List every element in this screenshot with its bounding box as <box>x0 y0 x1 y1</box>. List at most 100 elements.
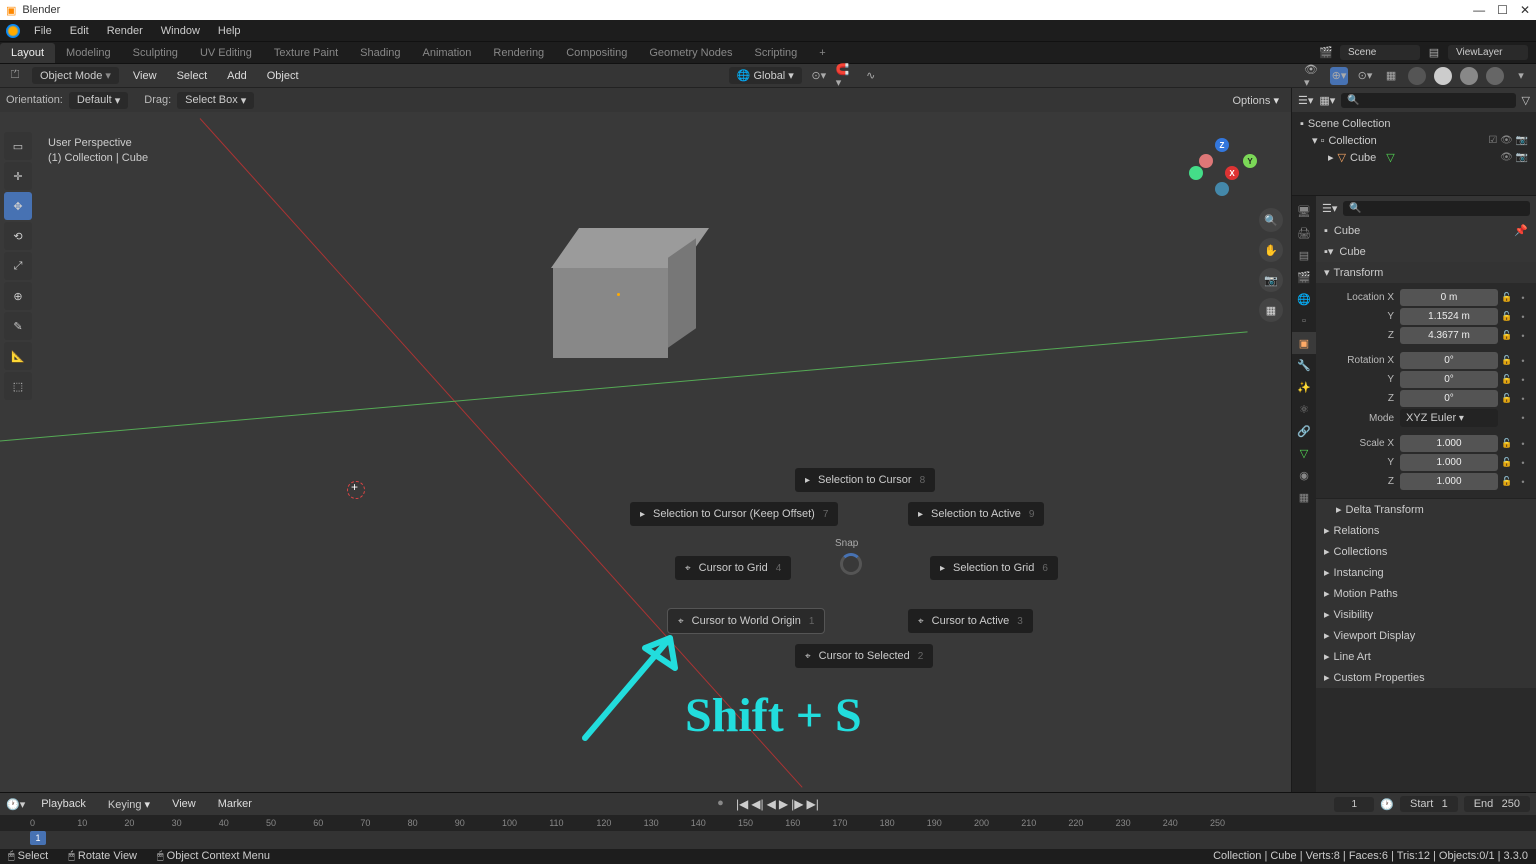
outliner-mode-icon[interactable]: ▦▾ <box>1319 94 1335 107</box>
menu-help[interactable]: Help <box>210 22 249 40</box>
props-type-icon[interactable]: ☰▾ <box>1322 202 1337 215</box>
tab-constraints[interactable]: 🔗 <box>1292 420 1316 442</box>
shade-rendered[interactable] <box>1486 67 1504 85</box>
jump-end-button[interactable]: ▶| <box>806 797 818 811</box>
tl-keying[interactable]: Keying ▾ <box>102 796 156 813</box>
gizmo-toggle-icon[interactable]: ⊕▾ <box>1330 67 1348 85</box>
tab-layout[interactable]: Layout <box>0 43 55 63</box>
scene-field[interactable]: Scene <box>1340 45 1420 60</box>
minimize-button[interactable]: — <box>1473 3 1485 17</box>
xray-icon[interactable]: ▦ <box>1382 67 1400 85</box>
shading-dropdown-icon[interactable]: ▾ <box>1512 67 1530 85</box>
menu-object[interactable]: Object <box>261 68 305 84</box>
maximize-button[interactable]: ☐ <box>1497 3 1508 17</box>
tab-uvediting[interactable]: UV Editing <box>189 43 263 63</box>
props-datablock[interactable]: ▪▾ Cube <box>1316 241 1536 262</box>
tab-object[interactable]: ▣ <box>1292 332 1316 354</box>
playhead[interactable]: 1 <box>30 831 46 845</box>
play-button[interactable]: ▶ <box>779 797 788 811</box>
tool-cursor[interactable]: ✛ <box>4 162 32 190</box>
viewport-3d[interactable]: Orientation: Default ▾ Drag: Select Box … <box>0 88 1291 792</box>
snap-icon[interactable]: 🧲▾ <box>836 67 854 85</box>
pie-cursor-to-active[interactable]: ⌖Cursor to Active3 <box>908 609 1033 633</box>
props-search[interactable]: 🔍 <box>1343 201 1530 216</box>
tab-material[interactable]: ◉ <box>1292 464 1316 486</box>
tool-addcube[interactable]: ⬚ <box>4 372 32 400</box>
shade-solid[interactable] <box>1434 67 1452 85</box>
tab-particles[interactable]: ✨ <box>1292 376 1316 398</box>
tool-move[interactable]: ✥ <box>4 192 32 220</box>
field-sx[interactable]: 1.000 <box>1400 435 1498 452</box>
gizmo-z[interactable]: Z <box>1215 138 1229 152</box>
tl-view[interactable]: View <box>166 796 202 812</box>
tab-modeling[interactable]: Modeling <box>55 43 122 63</box>
field-rotx[interactable]: 0° <box>1400 352 1498 369</box>
current-frame[interactable]: 1 <box>1334 797 1374 812</box>
pie-cursor-to-world-origin[interactable]: ⌖Cursor to World Origin1 <box>668 609 824 633</box>
tool-rotate[interactable]: ⟲ <box>4 222 32 250</box>
tl-marker[interactable]: Marker <box>212 796 258 812</box>
tab-render[interactable]: 🖥 <box>1292 200 1316 222</box>
tool-scale[interactable]: ⤢ <box>4 252 32 280</box>
tool-measure[interactable]: 📐 <box>4 342 32 370</box>
tab-scripting[interactable]: Scripting <box>743 43 808 63</box>
menu-add[interactable]: Add <box>221 68 253 84</box>
timeline-ruler[interactable]: 0102030405060708090100110120130140150160… <box>0 815 1536 831</box>
tab-output[interactable]: 🖨 <box>1292 222 1316 244</box>
panel-relations[interactable]: ▸ Relations <box>1316 520 1536 541</box>
tab-compositing[interactable]: Compositing <box>555 43 638 63</box>
perspective-button[interactable]: ▦ <box>1259 298 1283 322</box>
panel-custom-properties[interactable]: ▸ Custom Properties <box>1316 667 1536 688</box>
proportional-icon[interactable]: ∿ <box>862 67 880 85</box>
panel-transform-header[interactable]: ▾ Transform <box>1316 262 1536 283</box>
panel-instancing[interactable]: ▸ Instancing <box>1316 562 1536 583</box>
zoom-button[interactable]: 🔍 <box>1259 208 1283 232</box>
gizmo-neg-y[interactable] <box>1189 166 1203 180</box>
overlay-icon[interactable]: ⊙▾ <box>1356 67 1374 85</box>
field-sy[interactable]: 1.000 <box>1400 454 1498 471</box>
dropdown-rotmode[interactable]: XYZ Euler ▾ <box>1400 409 1498 427</box>
tl-playback[interactable]: Playback <box>35 796 92 812</box>
menu-render[interactable]: Render <box>99 22 151 40</box>
drag-field[interactable]: Select Box ▾ <box>177 92 254 109</box>
tab-scene[interactable]: 🎬 <box>1292 266 1316 288</box>
next-key-button[interactable]: |▶ <box>791 797 803 811</box>
close-button[interactable]: ✕ <box>1520 3 1530 17</box>
menu-window[interactable]: Window <box>153 22 208 40</box>
timeline-type-icon[interactable]: 🕐▾ <box>6 798 25 811</box>
pivot-icon[interactable]: ⊙▾ <box>810 67 828 85</box>
tab-shading[interactable]: Shading <box>349 43 411 63</box>
camera-view-button[interactable]: 📷 <box>1259 268 1283 292</box>
pie-cursor-to-selected[interactable]: ⌖Cursor to Selected2 <box>795 644 933 668</box>
mesh-cube[interactable] <box>555 228 690 358</box>
panel-line-art[interactable]: ▸ Line Art <box>1316 646 1536 667</box>
start-frame[interactable]: Start 1 <box>1400 796 1458 812</box>
tab-collection-props[interactable]: ▫ <box>1292 310 1316 332</box>
options-button[interactable]: Options ▾ <box>1227 92 1286 109</box>
jump-start-button[interactable]: |◀ <box>736 797 748 811</box>
field-roty[interactable]: 0° <box>1400 371 1498 388</box>
field-locx[interactable]: 0 m <box>1400 289 1498 306</box>
field-sz[interactable]: 1.000 <box>1400 473 1498 490</box>
tab-sculpting[interactable]: Sculpting <box>122 43 189 63</box>
tab-geonodes[interactable]: Geometry Nodes <box>638 43 743 63</box>
field-rotz[interactable]: 0° <box>1400 390 1498 407</box>
tab-world[interactable]: 🌐 <box>1292 288 1316 310</box>
end-frame[interactable]: End 250 <box>1464 796 1530 812</box>
panel-collections[interactable]: ▸ Collections <box>1316 541 1536 562</box>
tool-annotate[interactable]: ✎ <box>4 312 32 340</box>
pan-button[interactable]: ✋ <box>1259 238 1283 262</box>
gizmo-neg-x[interactable] <box>1199 154 1213 168</box>
editor-type-icon[interactable]: ⏍ <box>6 67 24 85</box>
tab-physics[interactable]: ⚛ <box>1292 398 1316 420</box>
menu-file[interactable]: File <box>26 22 60 40</box>
menu-edit[interactable]: Edit <box>62 22 97 40</box>
nav-gizmo[interactable]: Y X Z <box>1199 136 1259 196</box>
panel-motion-paths[interactable]: ▸ Motion Paths <box>1316 583 1536 604</box>
field-locy[interactable]: 1.1524 m <box>1400 308 1498 325</box>
menu-select[interactable]: Select <box>171 68 214 84</box>
mode-dropdown[interactable]: Object Mode ▾ <box>32 67 119 84</box>
play-rev-button[interactable]: ◀ <box>767 797 776 811</box>
viewlayer-field[interactable]: ViewLayer <box>1448 45 1528 60</box>
shade-wireframe[interactable] <box>1408 67 1426 85</box>
